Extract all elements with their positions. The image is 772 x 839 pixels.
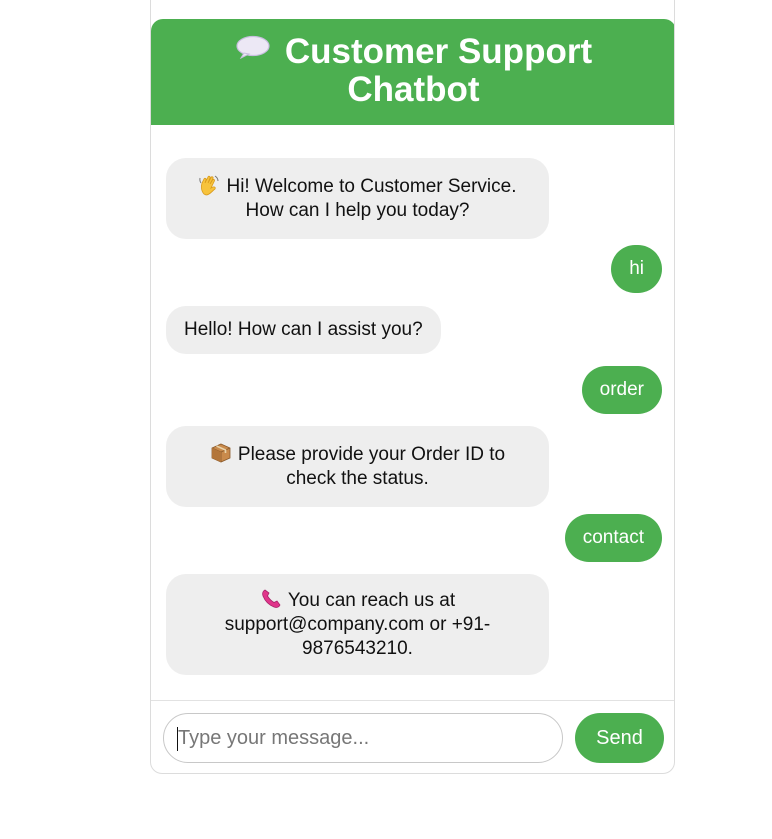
page-title: Customer Support Chatbot xyxy=(284,32,593,109)
telephone-icon xyxy=(262,589,281,608)
input-bar: Send xyxy=(151,700,674,773)
user-message: contact xyxy=(564,514,662,562)
bot-message: Hi! Welcome to Customer Service. How can… xyxy=(166,158,549,239)
user-message: order xyxy=(581,366,662,414)
chat-window: Customer Support Chatbot Hi! Welcome to … xyxy=(150,0,675,774)
bot-message: Please provide your Order ID to check th… xyxy=(166,426,549,507)
speech-bubble-icon xyxy=(236,35,270,59)
message-text: Hi! Welcome to Customer Service. How can… xyxy=(226,176,517,221)
send-button[interactable]: Send xyxy=(575,713,664,763)
package-icon xyxy=(211,443,231,463)
bot-message: You can reach us at support@company.com … xyxy=(166,574,549,675)
message-text: Hello! How can I assist you? xyxy=(184,319,423,340)
message-text: hi xyxy=(629,258,644,279)
waving-hand-icon xyxy=(199,175,219,196)
message-text: Please provide your Order ID to check th… xyxy=(237,444,506,489)
user-message: hi xyxy=(611,245,662,293)
chat-header: Customer Support Chatbot xyxy=(151,19,674,125)
message-text: order xyxy=(599,379,644,400)
message-text: contact xyxy=(582,527,644,548)
bot-message: Hello! How can I assist you? xyxy=(166,306,441,354)
message-input[interactable] xyxy=(163,713,563,763)
message-list: Hi! Welcome to Customer Service. How can… xyxy=(151,125,674,700)
text-caret xyxy=(177,727,178,751)
